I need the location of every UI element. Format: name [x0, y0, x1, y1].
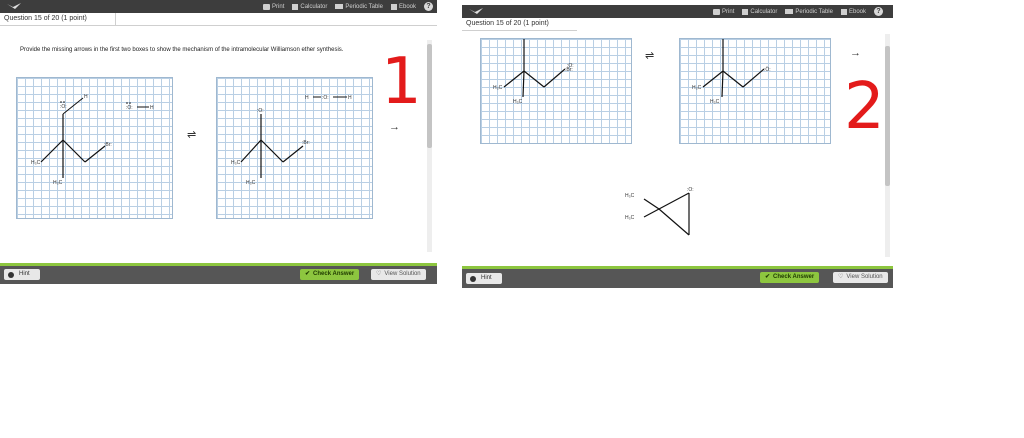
help-button[interactable]: ?	[874, 7, 883, 16]
annotation-1: 1	[381, 45, 422, 119]
hydrogen-label: H	[84, 94, 88, 100]
methyl-label-bottom-4: H₃C	[710, 99, 720, 105]
top-toolbar: Print Calculator Periodic Table Ebook ?	[0, 0, 437, 13]
hydrogen-label-right-2: H	[348, 95, 352, 101]
lightbulb-icon: ♡	[838, 274, 844, 280]
calculator-button[interactable]: Calculator	[742, 8, 777, 15]
lightbulb-icon: ♡	[376, 271, 382, 277]
calculator-icon	[742, 8, 749, 15]
reaction-arrow-2: →	[850, 47, 861, 59]
bromine-label: :Br:	[104, 142, 112, 148]
molecule-2: :O: :O: :Br: H₃C H₃C H H	[231, 95, 352, 186]
view-solution-button[interactable]: ♡ View Solution	[371, 269, 426, 280]
hint-icon	[8, 271, 14, 278]
periodic-table-button[interactable]: Periodic Table	[785, 9, 833, 15]
epoxide-oxygen-label: :O:	[687, 187, 694, 193]
logo-icon	[7, 3, 21, 9]
mechanism-box-1[interactable]: :O: :O: :Br: H₃C H₃C H H	[16, 77, 173, 219]
oxygen-bromine-label-4: :Ö:	[764, 66, 771, 73]
oxygen-anion-label: :O:	[257, 108, 264, 114]
printer-icon	[713, 8, 721, 15]
print-button[interactable]: Print	[263, 3, 284, 10]
oxygen-label: :O:	[60, 104, 67, 110]
equilibrium-arrow-1: ⇌	[187, 129, 197, 141]
print-button[interactable]: Print	[713, 8, 734, 15]
bromine-label-3: :Br:	[565, 67, 573, 73]
scrollbar-thumb-1[interactable]	[427, 44, 432, 148]
top-toolbar-2: Print Calculator Periodic Table Ebook ?	[462, 5, 893, 18]
question-prompt: Provide the missing arrows in the first …	[20, 47, 344, 53]
bromine-label-2: :Br:	[302, 140, 310, 146]
periodic-table-icon	[335, 4, 344, 9]
ebook-icon	[840, 8, 847, 15]
hydrogen-label-left: H	[305, 95, 309, 101]
screenshot-2: Print Calculator Periodic Table Ebook ? …	[462, 5, 893, 288]
annotation-2: 2	[844, 70, 885, 144]
ebook-button[interactable]: Ebook	[390, 3, 416, 10]
printer-icon	[263, 3, 271, 10]
logo-icon	[469, 8, 483, 14]
calculator-icon	[292, 3, 299, 10]
methyl-label-top-3: H₃C	[493, 85, 503, 91]
screenshot-1: Print Calculator Periodic Table Ebook ? …	[0, 0, 437, 284]
question-header-2: Question 15 of 20 (1 point)	[462, 18, 577, 31]
hydrogen-label-right: H	[150, 105, 154, 111]
hint-icon	[470, 275, 476, 282]
methyl-label-bottom-3: H₃C	[513, 99, 523, 105]
checkmark-icon: ✔	[305, 271, 311, 277]
checkmark-icon: ✔	[765, 274, 771, 280]
bottom-bar-2: Hint ✔ Check Answer ♡ View Solution	[462, 266, 893, 288]
molecule-4: :Ö: H₃C H₃C	[692, 39, 771, 105]
tab-divider	[0, 25, 437, 26]
methyl-label-bottom: H₃C	[53, 180, 63, 186]
mechanism-box-4[interactable]: :Ö: H₃C H₃C	[679, 38, 831, 144]
equilibrium-arrow-2: ⇌	[645, 50, 655, 62]
molecule-3: :O: :Br: H₃C H₃C	[493, 39, 574, 105]
mechanism-box-3[interactable]: :O: :Br: H₃C H₃C	[480, 38, 632, 144]
view-solution-button[interactable]: ♡ View Solution	[833, 272, 888, 283]
periodic-table-icon	[785, 9, 794, 14]
ebook-button[interactable]: Ebook	[840, 8, 866, 15]
hint-button[interactable]: Hint	[466, 273, 502, 284]
periodic-table-button[interactable]: Periodic Table	[335, 4, 383, 10]
methyl-label-top-product: H₃C	[625, 193, 635, 199]
mechanism-box-2[interactable]: :O: :O: :Br: H₃C H₃C H H	[216, 77, 373, 219]
molecule-1: :O: :O: :Br: H₃C H₃C H H	[31, 94, 154, 186]
methyl-label-bottom-product: H₃C	[625, 215, 635, 221]
methyl-label-top-2: H₃C	[231, 160, 241, 166]
check-answer-button[interactable]: ✔ Check Answer	[300, 269, 360, 280]
methyl-label-top: H₃C	[31, 160, 41, 166]
scrollbar-1[interactable]	[427, 40, 432, 252]
hint-button[interactable]: Hint	[4, 269, 40, 280]
scrollbar-2[interactable]	[885, 34, 890, 257]
check-answer-button[interactable]: ✔ Check Answer	[760, 272, 820, 283]
methyl-label-top-4: H₃C	[692, 85, 702, 91]
help-button[interactable]: ?	[424, 2, 433, 11]
ebook-icon	[390, 3, 397, 10]
calculator-button[interactable]: Calculator	[292, 3, 327, 10]
reaction-arrow-1: →	[389, 121, 400, 133]
bottom-bar: Hint ✔ Check Answer ♡ View Solution	[0, 263, 437, 284]
methyl-label-bottom-2: H₃C	[246, 180, 256, 186]
epoxide-product: :O: H₃C H₃C	[625, 187, 694, 236]
water-oxygen-label: :O:	[322, 95, 329, 101]
oxygen-label-2: :O:	[126, 105, 133, 111]
scrollbar-thumb-2[interactable]	[885, 46, 890, 186]
